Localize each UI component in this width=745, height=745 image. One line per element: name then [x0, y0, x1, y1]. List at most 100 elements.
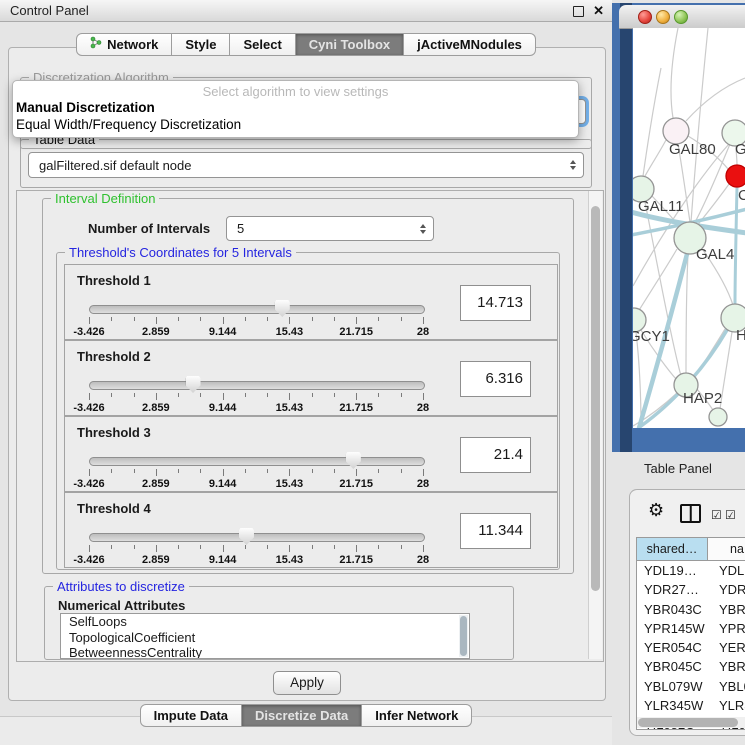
slider-thumb[interactable]	[346, 452, 361, 469]
table-row[interactable]: YER054CYER0	[637, 638, 745, 657]
table-cell[interactable]: YDL1	[708, 561, 745, 580]
table-cell[interactable]: YER0	[708, 638, 745, 657]
tab-label: Infer Network	[375, 705, 458, 726]
table-cell[interactable]: YBR0	[708, 657, 745, 676]
table-row[interactable]: YBL079WYBL0	[637, 677, 745, 696]
scrollbar-thumb[interactable]	[460, 616, 467, 656]
network-window-titlebar[interactable]	[619, 5, 745, 29]
tab-jactivemnodules[interactable]: jActiveMNodules	[404, 33, 536, 56]
table-row[interactable]: YBR043CYBR0	[637, 600, 745, 619]
list-item[interactable]: TopologicalCoefficient	[61, 630, 469, 646]
slider-axis-labels: -3.4262.8599.14415.4321.71528	[89, 554, 423, 566]
node-label-gcy1: GCY1	[633, 328, 670, 345]
table-cell[interactable]: YDR2	[708, 580, 745, 599]
threshold-3-value-field[interactable]: 21.4	[460, 437, 531, 473]
tab-label: Select	[243, 34, 281, 55]
dropdown-option-manual-discretization[interactable]: Manual Discretization	[13, 99, 578, 116]
table-panel-title: Table Panel	[644, 461, 712, 476]
slider-thumb[interactable]	[239, 528, 254, 545]
group-legend: Attributes to discretize	[53, 579, 189, 594]
tab-network[interactable]: Network	[76, 33, 172, 56]
table-row[interactable]: YBR045CYBR0	[637, 657, 745, 676]
checkbox-icon[interactable]: ☑	[725, 508, 737, 522]
apply-button[interactable]: Apply	[273, 671, 341, 695]
table-cell[interactable]: YLR345W	[637, 696, 708, 715]
threshold-label: Threshold 1	[77, 273, 151, 288]
column-layout-icon[interactable]	[680, 504, 701, 523]
table-cell[interactable]: YBL079W	[637, 677, 708, 696]
list-item[interactable]: BetweennessCentrality	[61, 645, 469, 659]
table-cell[interactable]: YBL0	[708, 677, 745, 696]
network-canvas[interactable]: GAL80 GA C GAL11 GAL4 GCY1 H HAP2	[633, 28, 745, 428]
close-traffic-light-icon[interactable]	[638, 10, 652, 24]
table-cell[interactable]: YPR145W	[637, 619, 708, 638]
settings-vertical-scrollbar[interactable]	[588, 191, 602, 659]
node-label-gal11: GAL11	[638, 198, 684, 215]
node-bottom-clipped[interactable]	[709, 408, 727, 426]
node-label-gal4: GAL4	[696, 246, 734, 263]
control-panel-titlebar: Control Panel ✕	[0, 0, 612, 22]
close-icon[interactable]: ✕	[593, 3, 604, 19]
minimize-traffic-light-icon[interactable]	[656, 10, 670, 24]
list-scrollbar[interactable]	[459, 615, 468, 657]
slider-ticks	[89, 393, 423, 401]
slider-track[interactable]	[89, 533, 425, 542]
table-row[interactable]: YDL19…YDL1	[637, 561, 745, 580]
tab-impute-data[interactable]: Impute Data	[140, 704, 242, 727]
slider-ticks	[89, 469, 423, 477]
tab-infer-network[interactable]: Infer Network	[362, 704, 472, 727]
dropdown-option-equal-width-frequency[interactable]: Equal Width/Frequency Discretization	[13, 116, 578, 133]
table-data-combobox[interactable]: galFiltered.sif default node	[28, 152, 584, 178]
zoom-traffic-light-icon[interactable]	[674, 10, 688, 24]
threshold-3-slider[interactable]: -3.4262.8599.14415.4321.71528	[89, 455, 423, 489]
threshold-1-slider[interactable]: -3.4262.8599.14415.4321.71528	[89, 303, 423, 337]
table-cell[interactable]: YBR045C	[637, 657, 708, 676]
threshold-label: Threshold 4	[77, 501, 151, 516]
slider-track[interactable]	[89, 305, 425, 314]
table-cell[interactable]: YDL19…	[637, 561, 708, 580]
table-row[interactable]: YPR145WYPR1	[637, 619, 745, 638]
scrollbar-thumb[interactable]	[591, 206, 600, 591]
threshold-4-value-field[interactable]: 11.344	[460, 513, 531, 549]
table-cell[interactable]: YLR3	[708, 696, 745, 715]
stepper-icon	[570, 160, 576, 170]
table-row[interactable]: YDR27…YDR2	[637, 580, 745, 599]
table-cell[interactable]: YPR1	[708, 619, 745, 638]
slider-thumb[interactable]	[186, 376, 201, 393]
slider-track[interactable]	[89, 381, 425, 390]
table-cell[interactable]: YBR0	[708, 600, 745, 619]
table-cell[interactable]: YER054C	[637, 638, 708, 657]
column-header-shared-name[interactable]: shared…	[637, 538, 708, 560]
list-item[interactable]: SelfLoops	[61, 614, 469, 630]
threshold-2-slider[interactable]: -3.4262.8599.14415.4321.71528	[89, 379, 423, 413]
threshold-1-value-field[interactable]: 14.713	[460, 285, 531, 321]
tab-label: Discretize Data	[255, 705, 348, 726]
threshold-4-slider[interactable]: -3.4262.8599.14415.4321.71528	[89, 531, 423, 565]
table-cell[interactable]: YBR043C	[637, 600, 708, 619]
node-attribute-table[interactable]: shared… na YDL19…YDL1YDR27…YDR2YBR043CYB…	[636, 537, 745, 730]
slider-axis-labels: -3.4262.8599.14415.4321.71528	[89, 326, 423, 338]
checkbox-icon[interactable]: ☑	[711, 508, 723, 522]
gear-icon[interactable]: ⚙	[648, 500, 664, 521]
float-window-icon[interactable]	[573, 6, 584, 17]
tab-discretize-data[interactable]: Discretize Data	[242, 704, 362, 727]
table-header: shared… na	[637, 538, 745, 561]
node-label-gal-clipped: GA	[735, 141, 745, 158]
table-cell[interactable]: YDR27…	[637, 580, 708, 599]
table-horizontal-scrollbar[interactable]	[637, 717, 745, 728]
network-nodes[interactable]	[633, 118, 745, 426]
slider-track[interactable]	[89, 457, 425, 466]
group-legend: Threshold's Coordinates for 5 Intervals	[65, 245, 296, 260]
number-of-intervals-combobox[interactable]: 5	[226, 216, 434, 241]
node-selected-red[interactable]	[726, 165, 745, 187]
table-row[interactable]: YLR345WYLR3	[637, 696, 745, 715]
tab-select[interactable]: Select	[230, 33, 295, 56]
tab-style[interactable]: Style	[172, 33, 230, 56]
threshold-2-value-field[interactable]: 6.316	[460, 361, 531, 397]
slider-thumb[interactable]	[275, 300, 290, 317]
numerical-attributes-list[interactable]: SelfLoopsTopologicalCoefficientBetweenne…	[60, 613, 470, 659]
column-header-name[interactable]: na	[708, 538, 745, 560]
numerical-attributes-label: Numerical Attributes	[58, 598, 185, 613]
tab-cyni-toolbox[interactable]: Cyni Toolbox	[296, 33, 404, 56]
scrollbar-thumb[interactable]	[638, 718, 738, 727]
